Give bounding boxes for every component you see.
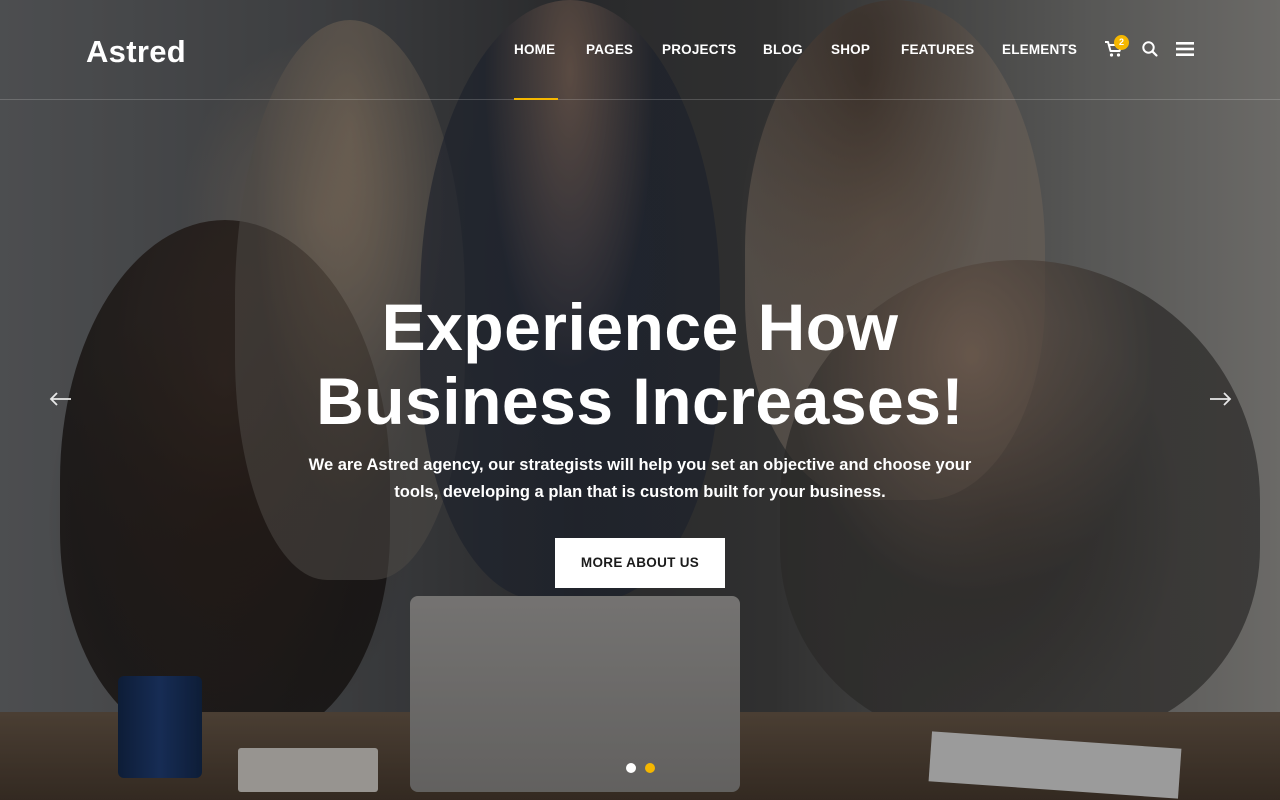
nav-item-elements[interactable]: ELEMENTS — [1002, 42, 1077, 57]
search-icon[interactable] — [1141, 40, 1159, 58]
headline-line-2: Business Increases! — [316, 364, 964, 438]
description-line-2: tools, developing a plan that is custom … — [394, 483, 886, 501]
description-line-1: We are Astred agency, our strategists wi… — [308, 456, 972, 474]
slider-dot-1[interactable] — [626, 763, 636, 773]
nav-item-shop[interactable]: SHOP — [831, 42, 870, 57]
nav-item-pages[interactable]: PAGES — [586, 42, 633, 57]
hero-headline: Experience How Business Increases! — [0, 290, 1280, 438]
cart-count-badge: 2 — [1114, 35, 1129, 50]
site-header: Astred HOME PAGES PROJECTS BLOG SHOP FEA… — [0, 0, 1280, 100]
hamburger-menu-icon[interactable] — [1175, 40, 1197, 58]
logo[interactable]: Astred — [86, 34, 186, 70]
nav-item-projects[interactable]: PROJECTS — [662, 42, 736, 57]
slider-dot-2-active[interactable] — [645, 763, 655, 773]
nav-item-home[interactable]: HOME — [514, 42, 559, 100]
hero-description: We are Astred agency, our strategists wi… — [280, 452, 1000, 506]
nav-item-features[interactable]: FEATURES — [901, 42, 974, 57]
nav-item-blog[interactable]: BLOG — [763, 42, 803, 57]
headline-line-1: Experience How — [381, 290, 899, 364]
hero-slider: Astred HOME PAGES PROJECTS BLOG SHOP FEA… — [0, 0, 1280, 800]
more-about-us-button[interactable]: MORE ABOUT US — [555, 538, 725, 588]
